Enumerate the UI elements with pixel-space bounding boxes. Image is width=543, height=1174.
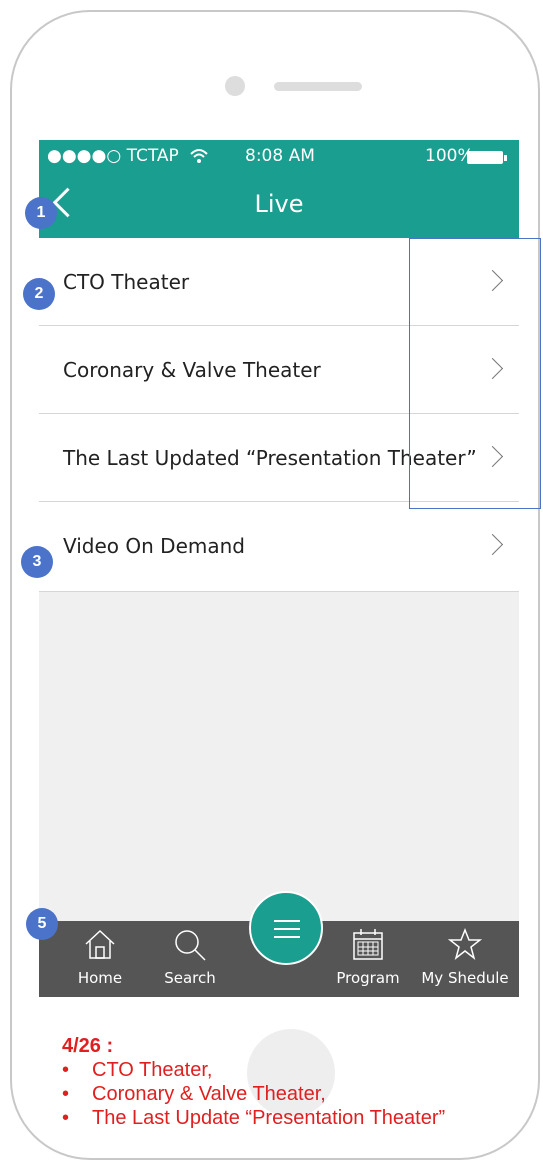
note-item: • Coronary & Valve Theater, <box>62 1082 445 1106</box>
app-screen: ●●●●○ TCTAP 8:08 AM 100% Live CTO Theate… <box>39 140 519 997</box>
list-item-label: CTO Theater <box>63 270 190 294</box>
speaker-grill <box>274 82 362 91</box>
hamburger-menu-button[interactable] <box>249 891 323 965</box>
note-item-text: CTO Theater, <box>92 1059 213 1081</box>
note-item: • The Last Update “Presentation Theater” <box>62 1106 445 1130</box>
tab-label: Search <box>164 969 216 987</box>
calendar-icon <box>353 929 383 960</box>
note-item-text: Coronary & Valve Theater, <box>92 1083 326 1105</box>
annotation-badge-3: 3 <box>21 546 53 578</box>
note-bullet: • <box>62 1059 70 1081</box>
tab-label: My Shedule <box>421 969 509 987</box>
star-icon <box>448 927 482 960</box>
note-bullet: • <box>62 1107 70 1129</box>
annotation-badge-2: 2 <box>23 278 55 310</box>
note-item-text: The Last Update “Presentation Theater” <box>92 1107 446 1129</box>
camera-dot <box>225 76 245 96</box>
list-item-label: Video On Demand <box>63 534 245 558</box>
list-item-coronary-valve-theater[interactable]: Coronary & Valve Theater <box>39 326 519 414</box>
note-item: • CTO Theater, <box>62 1058 445 1082</box>
list-item-label: Coronary & Valve Theater <box>63 358 321 382</box>
list-item-video-on-demand[interactable]: Video On Demand <box>39 502 519 592</box>
battery-tip <box>504 155 507 161</box>
release-note: 4/26 : • CTO Theater, • Coronary & Valve T… <box>62 1035 445 1130</box>
list-item-cto-theater[interactable]: CTO Theater <box>39 238 519 326</box>
list-item-presentation-theater[interactable]: The Last Updated “Presentation Theater” <box>39 414 519 502</box>
wifi-icon <box>190 149 208 163</box>
tab-home[interactable]: Home <box>69 921 131 997</box>
tab-my-schedule[interactable]: My Shedule <box>417 921 513 997</box>
note-bullet: • <box>62 1083 70 1105</box>
note-title: 4/26 : <box>62 1035 114 1057</box>
chevron-right-icon <box>481 269 504 292</box>
chevron-right-icon <box>481 357 504 380</box>
chevron-right-icon <box>481 445 504 468</box>
nav-bar: Live <box>39 176 519 238</box>
page-title: Live <box>254 190 304 218</box>
chevron-right-icon <box>481 533 504 556</box>
carrier-label: ●●●●○ TCTAP <box>47 146 179 166</box>
tab-program[interactable]: Program <box>333 921 403 997</box>
tab-search[interactable]: Search <box>154 921 226 997</box>
annotation-badge-1: 1 <box>25 197 57 229</box>
battery-icon <box>467 151 503 164</box>
tab-label: Home <box>77 969 123 987</box>
status-bar: ●●●●○ TCTAP 8:08 AM 100% <box>39 140 519 176</box>
search-icon <box>175 930 206 961</box>
tab-label: Program <box>336 969 400 987</box>
live-list: CTO Theater Coronary & Valve Theater The… <box>39 238 519 592</box>
annotation-badge-5: 5 <box>26 908 58 940</box>
status-time: 8:08 AM <box>245 146 315 166</box>
home-icon <box>85 929 115 959</box>
list-item-label: The Last Updated “Presentation Theater” <box>63 446 477 470</box>
